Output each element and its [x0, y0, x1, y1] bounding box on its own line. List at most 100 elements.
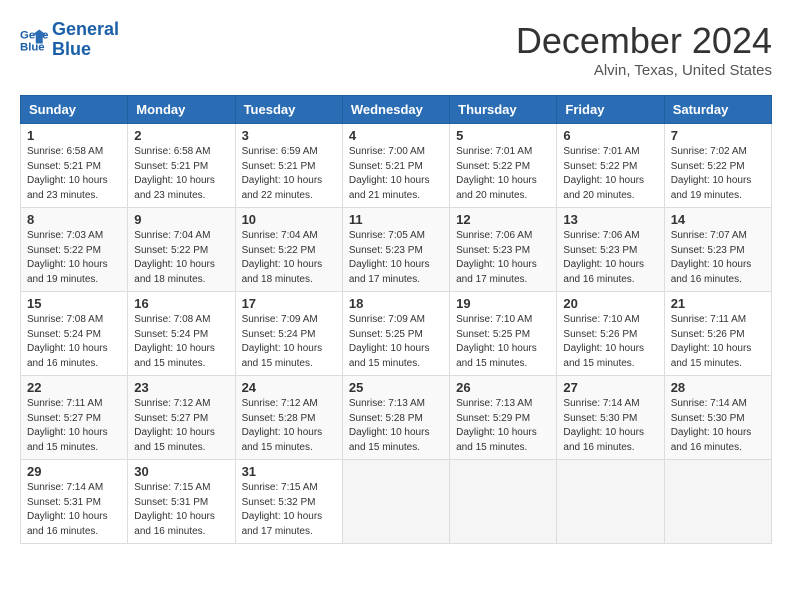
day-info: Sunrise: 7:09 AM Sunset: 5:25 PM Dayligh…	[349, 313, 443, 371]
daylight-text: Daylight: 10 hours and 16 minutes.	[134, 511, 215, 537]
calendar-week-row: 22 Sunrise: 7:11 AM Sunset: 5:27 PM Dayl…	[21, 376, 772, 460]
calendar-day-cell: 1 Sunrise: 6:58 AM Sunset: 5:21 PM Dayli…	[21, 124, 128, 208]
day-number: 16	[134, 296, 228, 311]
calendar-week-row: 1 Sunrise: 6:58 AM Sunset: 5:21 PM Dayli…	[21, 124, 772, 208]
calendar-week-row: 29 Sunrise: 7:14 AM Sunset: 5:31 PM Dayl…	[21, 460, 772, 544]
day-number: 10	[242, 212, 336, 227]
sunset-text: Sunset: 5:28 PM	[242, 413, 316, 424]
day-info: Sunrise: 7:00 AM Sunset: 5:21 PM Dayligh…	[349, 145, 443, 203]
day-number: 4	[349, 128, 443, 143]
calendar-day-cell: 16 Sunrise: 7:08 AM Sunset: 5:24 PM Dayl…	[128, 292, 235, 376]
day-info: Sunrise: 7:15 AM Sunset: 5:31 PM Dayligh…	[134, 481, 228, 539]
sunset-text: Sunset: 5:25 PM	[456, 329, 530, 340]
sunrise-text: Sunrise: 7:13 AM	[456, 398, 532, 409]
calendar-day-cell: 4 Sunrise: 7:00 AM Sunset: 5:21 PM Dayli…	[342, 124, 449, 208]
sunrise-text: Sunrise: 7:01 AM	[456, 146, 532, 157]
sunrise-text: Sunrise: 7:15 AM	[134, 482, 210, 493]
sunset-text: Sunset: 5:21 PM	[27, 161, 101, 172]
calendar-day-cell: 29 Sunrise: 7:14 AM Sunset: 5:31 PM Dayl…	[21, 460, 128, 544]
calendar-day-cell: 22 Sunrise: 7:11 AM Sunset: 5:27 PM Dayl…	[21, 376, 128, 460]
calendar-week-row: 15 Sunrise: 7:08 AM Sunset: 5:24 PM Dayl…	[21, 292, 772, 376]
day-info: Sunrise: 7:15 AM Sunset: 5:32 PM Dayligh…	[242, 481, 336, 539]
daylight-text: Daylight: 10 hours and 23 minutes.	[134, 175, 215, 201]
month-title: December 2024	[516, 20, 772, 62]
sunset-text: Sunset: 5:23 PM	[456, 245, 530, 256]
sunrise-text: Sunrise: 7:06 AM	[563, 230, 639, 241]
calendar-day-cell: 28 Sunrise: 7:14 AM Sunset: 5:30 PM Dayl…	[664, 376, 771, 460]
sunset-text: Sunset: 5:22 PM	[242, 245, 316, 256]
weekday-header: Friday	[557, 96, 664, 124]
sunset-text: Sunset: 5:27 PM	[27, 413, 101, 424]
daylight-text: Daylight: 10 hours and 15 minutes.	[671, 343, 752, 369]
day-number: 5	[456, 128, 550, 143]
day-info: Sunrise: 7:12 AM Sunset: 5:28 PM Dayligh…	[242, 397, 336, 455]
sunset-text: Sunset: 5:21 PM	[134, 161, 208, 172]
day-info: Sunrise: 7:13 AM Sunset: 5:29 PM Dayligh…	[456, 397, 550, 455]
day-info: Sunrise: 7:04 AM Sunset: 5:22 PM Dayligh…	[134, 229, 228, 287]
calendar-day-cell: 7 Sunrise: 7:02 AM Sunset: 5:22 PM Dayli…	[664, 124, 771, 208]
day-number: 9	[134, 212, 228, 227]
day-number: 27	[563, 380, 657, 395]
daylight-text: Daylight: 10 hours and 16 minutes.	[27, 343, 108, 369]
daylight-text: Daylight: 10 hours and 15 minutes.	[563, 343, 644, 369]
day-number: 14	[671, 212, 765, 227]
sunset-text: Sunset: 5:26 PM	[671, 329, 745, 340]
sunrise-text: Sunrise: 7:00 AM	[349, 146, 425, 157]
sunrise-text: Sunrise: 7:12 AM	[134, 398, 210, 409]
day-info: Sunrise: 7:05 AM Sunset: 5:23 PM Dayligh…	[349, 229, 443, 287]
daylight-text: Daylight: 10 hours and 15 minutes.	[134, 343, 215, 369]
sunrise-text: Sunrise: 7:09 AM	[242, 314, 318, 325]
calendar-week-row: 8 Sunrise: 7:03 AM Sunset: 5:22 PM Dayli…	[21, 208, 772, 292]
calendar-day-cell: 20 Sunrise: 7:10 AM Sunset: 5:26 PM Dayl…	[557, 292, 664, 376]
sunrise-text: Sunrise: 7:15 AM	[242, 482, 318, 493]
sunrise-text: Sunrise: 7:11 AM	[27, 398, 102, 409]
sunset-text: Sunset: 5:31 PM	[134, 497, 208, 508]
day-number: 17	[242, 296, 336, 311]
day-number: 13	[563, 212, 657, 227]
daylight-text: Daylight: 10 hours and 18 minutes.	[134, 259, 215, 285]
day-number: 11	[349, 212, 443, 227]
daylight-text: Daylight: 10 hours and 15 minutes.	[456, 427, 537, 453]
day-number: 28	[671, 380, 765, 395]
day-number: 23	[134, 380, 228, 395]
daylight-text: Daylight: 10 hours and 23 minutes.	[27, 175, 108, 201]
calendar-day-cell: 14 Sunrise: 7:07 AM Sunset: 5:23 PM Dayl…	[664, 208, 771, 292]
sunrise-text: Sunrise: 7:01 AM	[563, 146, 639, 157]
calendar-day-cell: 8 Sunrise: 7:03 AM Sunset: 5:22 PM Dayli…	[21, 208, 128, 292]
sunset-text: Sunset: 5:27 PM	[134, 413, 208, 424]
day-info: Sunrise: 6:58 AM Sunset: 5:21 PM Dayligh…	[27, 145, 121, 203]
sunrise-text: Sunrise: 6:58 AM	[27, 146, 103, 157]
daylight-text: Daylight: 10 hours and 21 minutes.	[349, 175, 430, 201]
calendar-day-cell: 23 Sunrise: 7:12 AM Sunset: 5:27 PM Dayl…	[128, 376, 235, 460]
calendar-day-cell: 18 Sunrise: 7:09 AM Sunset: 5:25 PM Dayl…	[342, 292, 449, 376]
calendar-day-cell: 21 Sunrise: 7:11 AM Sunset: 5:26 PM Dayl…	[664, 292, 771, 376]
day-info: Sunrise: 7:06 AM Sunset: 5:23 PM Dayligh…	[563, 229, 657, 287]
daylight-text: Daylight: 10 hours and 16 minutes.	[563, 427, 644, 453]
sunset-text: Sunset: 5:21 PM	[349, 161, 423, 172]
calendar-day-cell	[557, 460, 664, 544]
daylight-text: Daylight: 10 hours and 19 minutes.	[671, 175, 752, 201]
sunrise-text: Sunrise: 7:04 AM	[242, 230, 318, 241]
weekday-header: Sunday	[21, 96, 128, 124]
calendar-day-cell: 2 Sunrise: 6:58 AM Sunset: 5:21 PM Dayli…	[128, 124, 235, 208]
calendar-table: SundayMondayTuesdayWednesdayThursdayFrid…	[20, 95, 772, 544]
calendar-day-cell: 11 Sunrise: 7:05 AM Sunset: 5:23 PM Dayl…	[342, 208, 449, 292]
sunset-text: Sunset: 5:28 PM	[349, 413, 423, 424]
day-number: 26	[456, 380, 550, 395]
weekday-header: Monday	[128, 96, 235, 124]
calendar-day-cell: 12 Sunrise: 7:06 AM Sunset: 5:23 PM Dayl…	[450, 208, 557, 292]
sunset-text: Sunset: 5:24 PM	[27, 329, 101, 340]
day-number: 22	[27, 380, 121, 395]
daylight-text: Daylight: 10 hours and 18 minutes.	[242, 259, 323, 285]
daylight-text: Daylight: 10 hours and 15 minutes.	[349, 343, 430, 369]
sunset-text: Sunset: 5:25 PM	[349, 329, 423, 340]
sunrise-text: Sunrise: 6:59 AM	[242, 146, 318, 157]
daylight-text: Daylight: 10 hours and 16 minutes.	[671, 427, 752, 453]
sunrise-text: Sunrise: 7:05 AM	[349, 230, 425, 241]
calendar-day-cell	[342, 460, 449, 544]
day-number: 1	[27, 128, 121, 143]
day-number: 31	[242, 464, 336, 479]
logo-icon: General Blue	[20, 26, 48, 54]
calendar-header-row: SundayMondayTuesdayWednesdayThursdayFrid…	[21, 96, 772, 124]
calendar-day-cell: 5 Sunrise: 7:01 AM Sunset: 5:22 PM Dayli…	[450, 124, 557, 208]
